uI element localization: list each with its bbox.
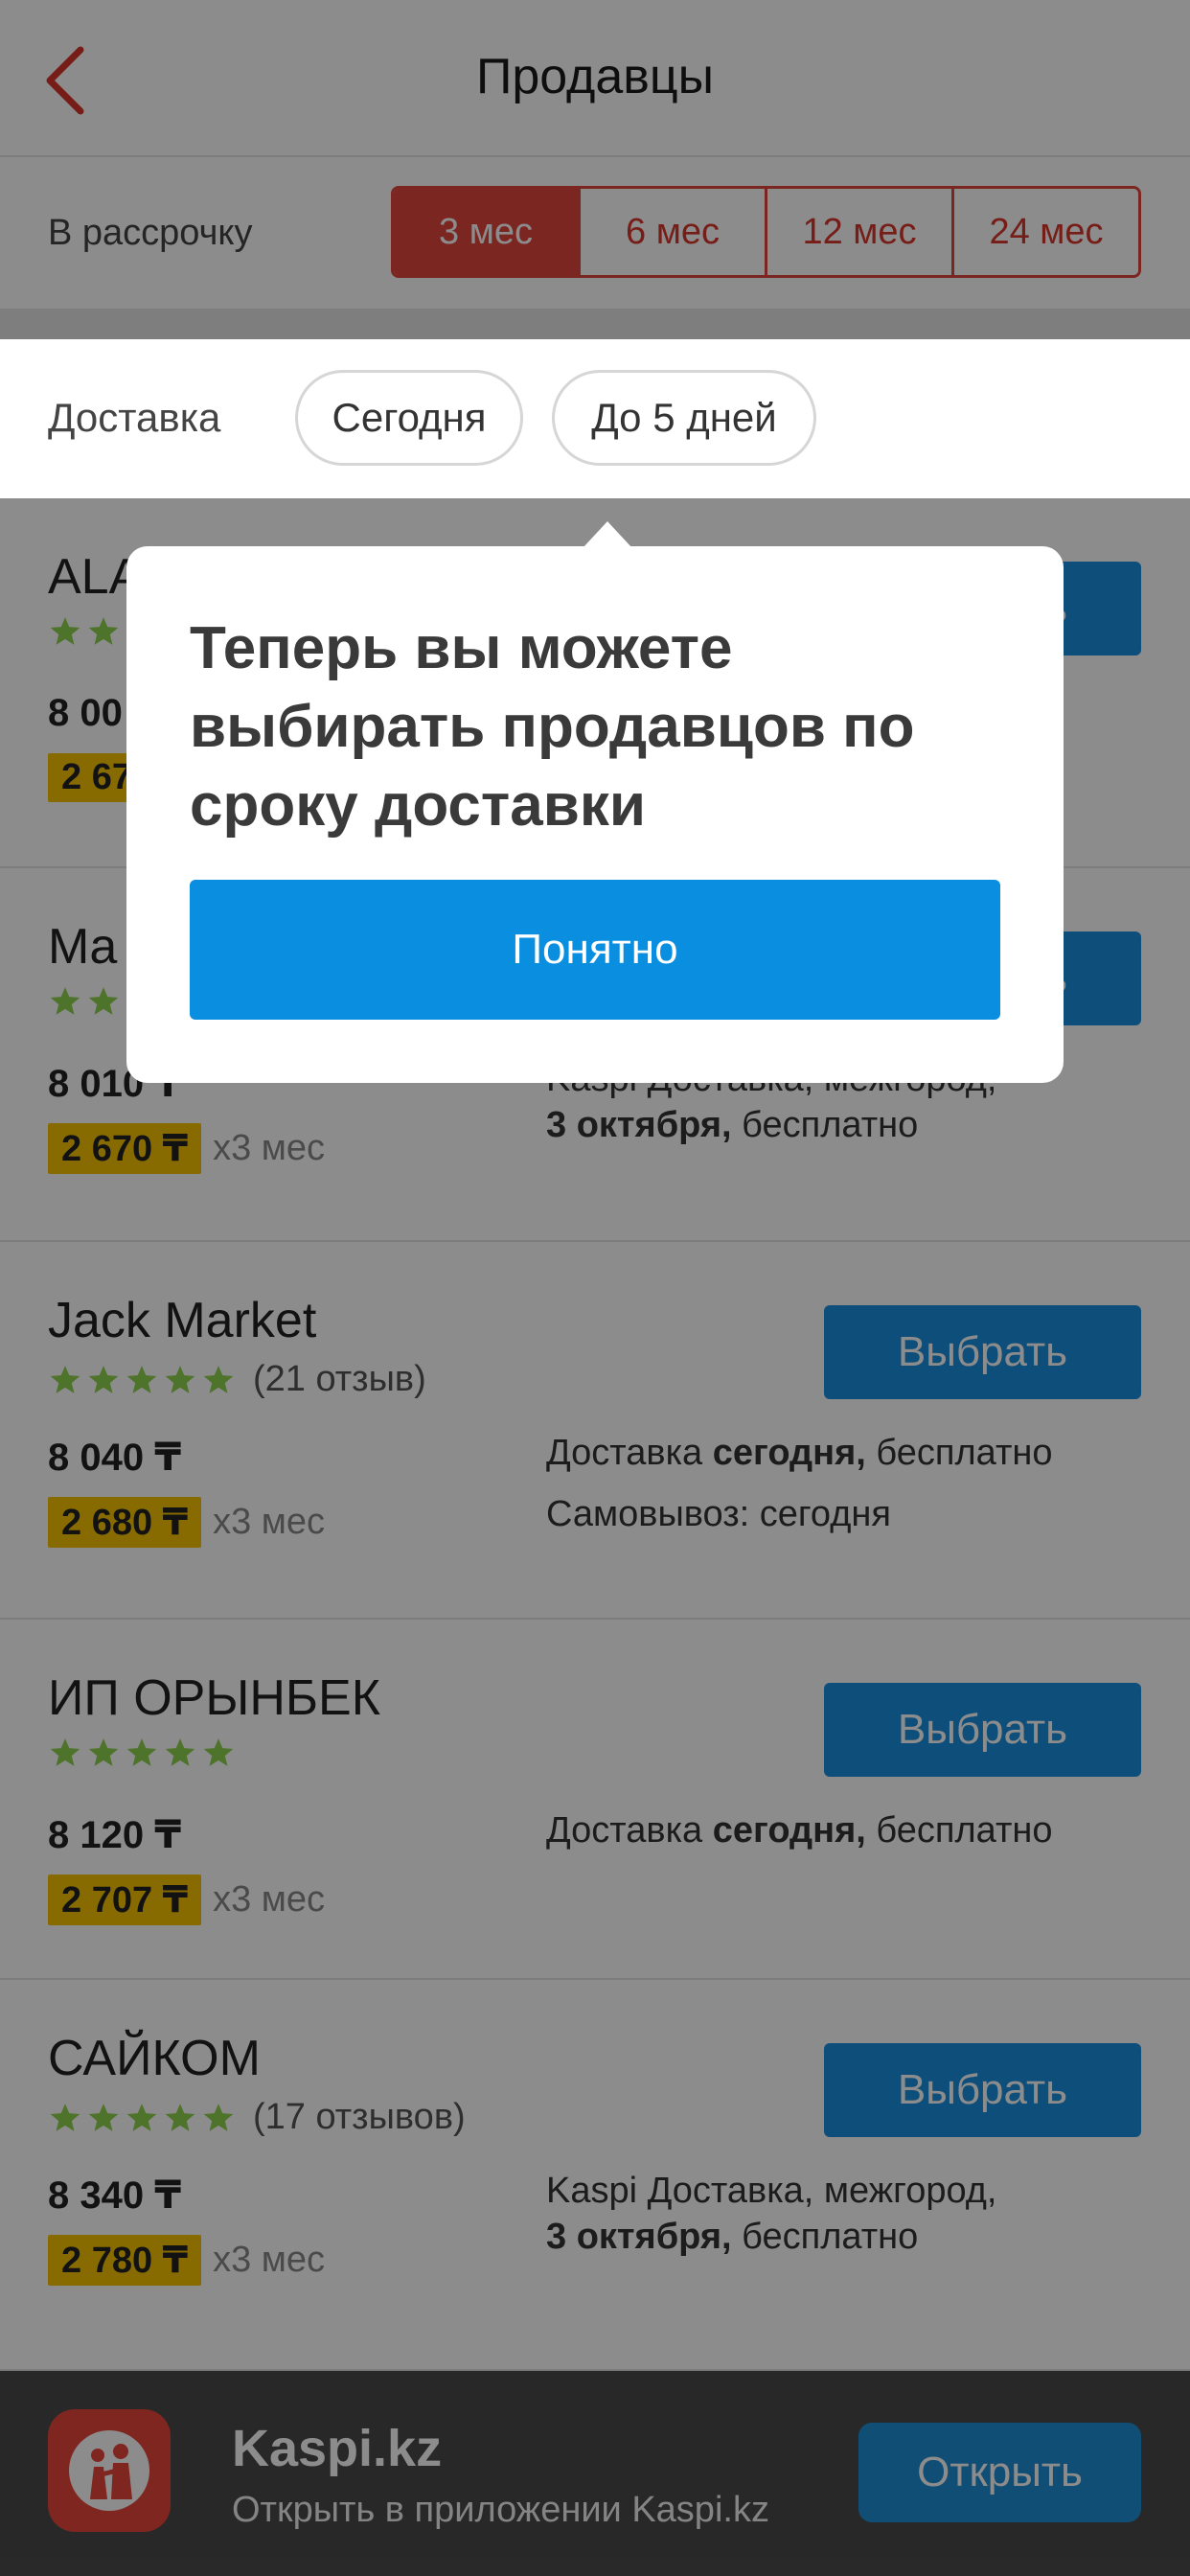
popup-ok-button[interactable]: Понятно [190,880,1000,1020]
delivery-filter: Доставка Сегодня До 5 дней [0,339,1190,498]
onboarding-popup: Теперь вы можете выбирать продавцов по с… [126,546,1064,1083]
delivery-filter-label: Доставка [48,395,221,440]
chip-5-days[interactable]: До 5 дней [552,370,816,466]
chip-today[interactable]: Сегодня [295,370,523,466]
popup-arrow [583,521,632,548]
popup-title: Теперь вы можете выбирать продавцов по с… [190,615,915,839]
